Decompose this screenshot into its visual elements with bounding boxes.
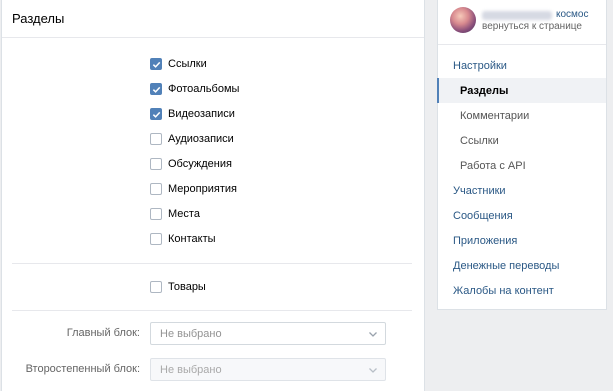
checkbox-events[interactable]: Мероприятия: [150, 181, 237, 197]
checkbox-label: Обсуждения: [168, 158, 232, 170]
checkbox-contacts[interactable]: Контакты: [150, 231, 216, 247]
checkbox-icon[interactable]: [150, 58, 162, 70]
sidebar-item-links[interactable]: Ссылки: [438, 128, 606, 153]
checkbox-label: Контакты: [168, 233, 216, 245]
sidebar-item-comments[interactable]: Комментарии: [438, 103, 606, 128]
checkmark-icon: [152, 111, 160, 118]
checkmark-icon: [152, 86, 160, 93]
checkbox-places[interactable]: Места: [150, 206, 200, 222]
chevron-down-icon: [369, 332, 377, 337]
sidebar-item-reports[interactable]: Жалобы на контент: [438, 278, 606, 303]
page-title: Разделы: [12, 11, 65, 26]
checkbox-icon[interactable]: [150, 233, 162, 245]
checkbox-links[interactable]: Ссылки: [150, 56, 207, 72]
sidebar-item-messages[interactable]: Сообщения: [438, 203, 606, 228]
panel-header: Разделы: [2, 0, 424, 38]
checkbox-photos[interactable]: Фотоальбомы: [150, 81, 239, 97]
settings-sidebar: космос вернуться к странице Настройки Ра…: [437, 0, 607, 310]
community-name: космос: [482, 9, 589, 20]
chevron-down-icon: [369, 368, 377, 373]
community-name-text[interactable]: космос: [556, 9, 589, 20]
checkbox-label: Места: [168, 208, 200, 220]
select-value: Не выбрано: [160, 327, 222, 340]
sidebar-item-transfers[interactable]: Денежные переводы: [438, 253, 606, 278]
checkbox-label: Видеозаписи: [168, 108, 235, 120]
checkbox-audio[interactable]: Аудиозаписи: [150, 131, 234, 147]
main-block-select[interactable]: Не выбрано: [150, 322, 386, 345]
secondary-block-label: Второстепенный блок:: [25, 363, 140, 375]
checkbox-label: Ссылки: [168, 58, 207, 70]
checkmark-icon: [152, 61, 160, 68]
sections-panel: Разделы Ссылки Фотоальбомы Видеозаписи А…: [1, 0, 425, 391]
checkbox-goods[interactable]: Товары: [150, 279, 206, 295]
checkbox-discussions[interactable]: Обсуждения: [150, 156, 232, 172]
back-to-page-link[interactable]: вернуться к странице: [482, 21, 582, 32]
checkbox-icon[interactable]: [150, 83, 162, 95]
checkbox-icon[interactable]: [150, 158, 162, 170]
blurred-name: [482, 11, 552, 20]
checkbox-label: Аудиозаписи: [168, 133, 234, 145]
avatar[interactable]: [450, 7, 476, 33]
community-header[interactable]: космос вернуться к странице: [438, 0, 606, 45]
checkbox-label: Товары: [168, 281, 206, 293]
divider: [12, 263, 412, 264]
checkbox-videos[interactable]: Видеозаписи: [150, 106, 235, 122]
checkbox-icon[interactable]: [150, 208, 162, 220]
sidebar-item-api[interactable]: Работа с API: [438, 153, 606, 178]
sidebar-item-settings[interactable]: Настройки: [438, 53, 606, 78]
checkbox-icon[interactable]: [150, 281, 162, 293]
secondary-block-select[interactable]: Не выбрано: [150, 358, 386, 381]
checkbox-icon[interactable]: [150, 183, 162, 195]
checkbox-label: Фотоальбомы: [168, 83, 240, 95]
checkbox-icon[interactable]: [150, 133, 162, 145]
checkbox-icon[interactable]: [150, 108, 162, 120]
checkbox-label: Мероприятия: [168, 183, 237, 195]
main-block-label: Главный блок:: [66, 327, 140, 339]
select-value: Не выбрано: [160, 363, 222, 376]
sidebar-menu: Настройки Разделы Комментарии Ссылки Раб…: [437, 45, 606, 303]
divider: [12, 310, 412, 311]
sidebar-item-members[interactable]: Участники: [438, 178, 606, 203]
sidebar-item-sections[interactable]: Разделы: [437, 78, 606, 103]
sidebar-item-apps[interactable]: Приложения: [438, 228, 606, 253]
